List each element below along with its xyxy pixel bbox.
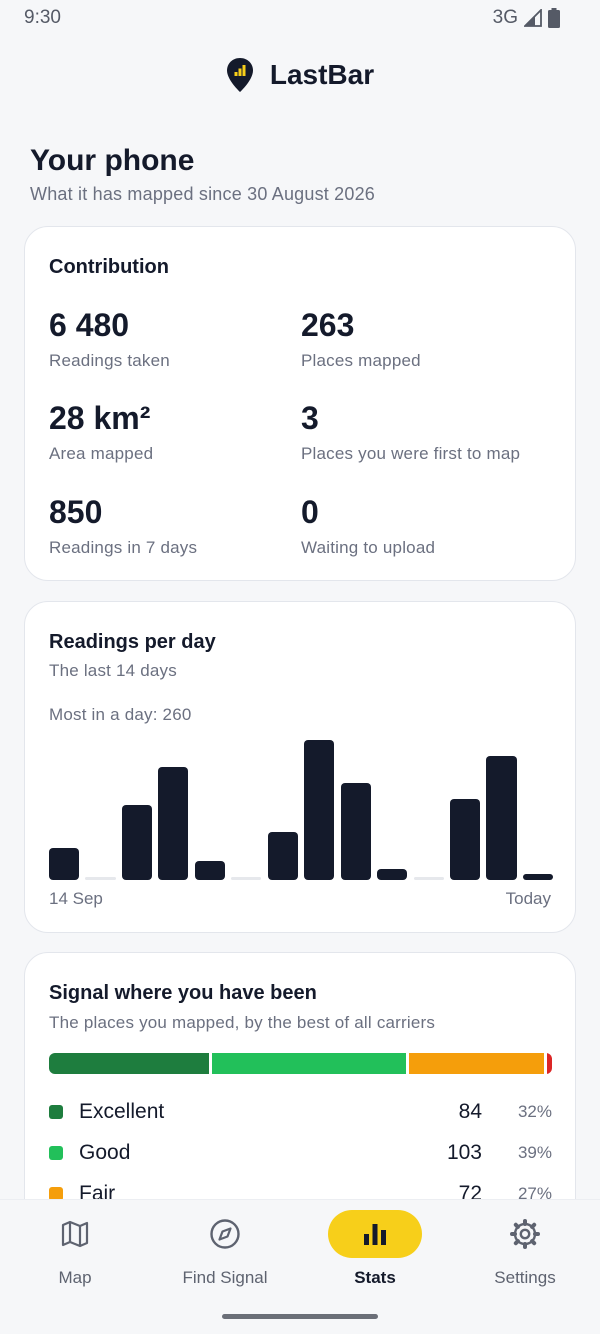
compass-icon xyxy=(210,1219,240,1249)
chart-bar xyxy=(121,804,152,880)
signal-segment-poor xyxy=(546,1053,552,1074)
nav-icon-container-active xyxy=(328,1210,422,1258)
signal-segment-good xyxy=(211,1053,407,1074)
page-title: Your phone xyxy=(30,144,195,177)
legend-swatch xyxy=(49,1146,63,1160)
chart-bar xyxy=(522,874,553,880)
chart-bar xyxy=(304,740,335,880)
chart-bar xyxy=(450,799,481,880)
app-header: LastBar xyxy=(0,54,600,96)
chart-bar xyxy=(231,877,262,880)
nav-icon-container xyxy=(478,1210,572,1258)
stat-first-to-map: 3 Places you were first to map xyxy=(301,402,520,464)
stat-readings-7-days: 850 Readings in 7 days xyxy=(49,496,197,558)
stat-label: Readings taken xyxy=(49,351,170,370)
stat-readings-taken: 6 480 Readings taken xyxy=(49,309,170,371)
nav-icon-container xyxy=(178,1210,272,1258)
bar-chart-icon xyxy=(364,1224,386,1245)
x-axis-end-label: Today xyxy=(505,889,551,908)
chart-bar xyxy=(340,783,371,880)
page-subtitle: What it has mapped since 30 August 2026 xyxy=(30,184,376,204)
app-logo-icon xyxy=(226,58,253,92)
nav-item-settings[interactable]: Settings xyxy=(450,1210,600,1300)
status-bar: 9:30 3G xyxy=(0,0,600,36)
legend-name: Excellent xyxy=(79,1100,165,1123)
stat-value: 850 xyxy=(49,494,103,530)
signal-segment-fair xyxy=(409,1053,544,1074)
battery-icon xyxy=(548,8,560,28)
stat-places-mapped: 263 Places mapped xyxy=(301,309,421,371)
stat-label: Places you were first to map xyxy=(301,444,521,463)
legend-count: 84 xyxy=(458,1100,482,1123)
app-title: LastBar xyxy=(269,59,375,90)
nav-label: Find Signal xyxy=(182,1268,268,1287)
stat-area-mapped: 28 km² Area mapped xyxy=(49,402,153,464)
card-title: Contribution xyxy=(49,256,169,278)
nav-item-stats[interactable]: Stats xyxy=(300,1210,450,1300)
chart-bar xyxy=(49,847,80,880)
signal-segment-excellent xyxy=(49,1053,209,1074)
chart-bar xyxy=(158,766,189,880)
chart-max-label: Most in a day: 260 xyxy=(49,705,192,724)
nav-item-map[interactable]: Map xyxy=(0,1210,150,1300)
nav-label: Stats xyxy=(354,1268,396,1287)
card-subtitle: The last 14 days xyxy=(49,661,177,680)
stat-label: Waiting to upload xyxy=(301,538,436,557)
contribution-card: Contribution 6 480 Readings taken 263 Pl… xyxy=(24,226,576,581)
readings-per-day-card: Readings per day The last 14 days Most i… xyxy=(24,601,576,933)
stat-waiting-upload: 0 Waiting to upload xyxy=(301,496,435,558)
stat-label: Readings in 7 days xyxy=(49,538,198,557)
legend-count: 103 xyxy=(446,1141,482,1164)
legend-row-good: Good 103 39% xyxy=(49,1140,552,1166)
stat-value: 3 xyxy=(301,400,319,436)
nav-icon-container xyxy=(28,1210,122,1258)
cell-signal-icon xyxy=(524,9,542,27)
nav-label: Map xyxy=(58,1268,92,1287)
chart-bar xyxy=(267,831,298,880)
stat-value: 28 km² xyxy=(49,400,151,436)
stat-label: Area mapped xyxy=(49,444,154,463)
network-type: 3G xyxy=(492,7,518,28)
status-time: 9:30 xyxy=(24,7,61,28)
chart-bar xyxy=(377,869,408,880)
stat-value: 6 480 xyxy=(49,307,130,343)
legend-name: Good xyxy=(79,1141,131,1164)
x-axis-start-label: 14 Sep xyxy=(49,889,103,908)
legend-swatch xyxy=(49,1105,63,1119)
status-icons: 3G xyxy=(493,7,560,29)
chart-bar xyxy=(413,877,444,880)
nav-label: Settings xyxy=(494,1268,556,1287)
gear-icon xyxy=(510,1219,540,1249)
chart-bar xyxy=(486,756,517,880)
signal-distribution-bar xyxy=(49,1053,552,1074)
stat-value: 263 xyxy=(301,307,355,343)
card-subtitle: The places you mapped, by the best of al… xyxy=(49,1013,436,1032)
home-indicator[interactable] xyxy=(222,1314,378,1319)
stat-label: Places mapped xyxy=(301,351,421,370)
card-title: Signal where you have been xyxy=(49,982,317,1004)
legend-percent: 32% xyxy=(517,1102,552,1121)
legend-percent: 39% xyxy=(517,1143,552,1162)
legend-row-excellent: Excellent 84 32% xyxy=(49,1099,552,1125)
nav-item-find-signal[interactable]: Find Signal xyxy=(150,1210,300,1300)
stat-value: 0 xyxy=(301,494,319,530)
chart-bar xyxy=(194,861,225,880)
chart-bar xyxy=(85,877,116,880)
card-title: Readings per day xyxy=(49,631,216,653)
readings-bar-chart xyxy=(49,730,553,880)
map-icon xyxy=(61,1220,89,1248)
